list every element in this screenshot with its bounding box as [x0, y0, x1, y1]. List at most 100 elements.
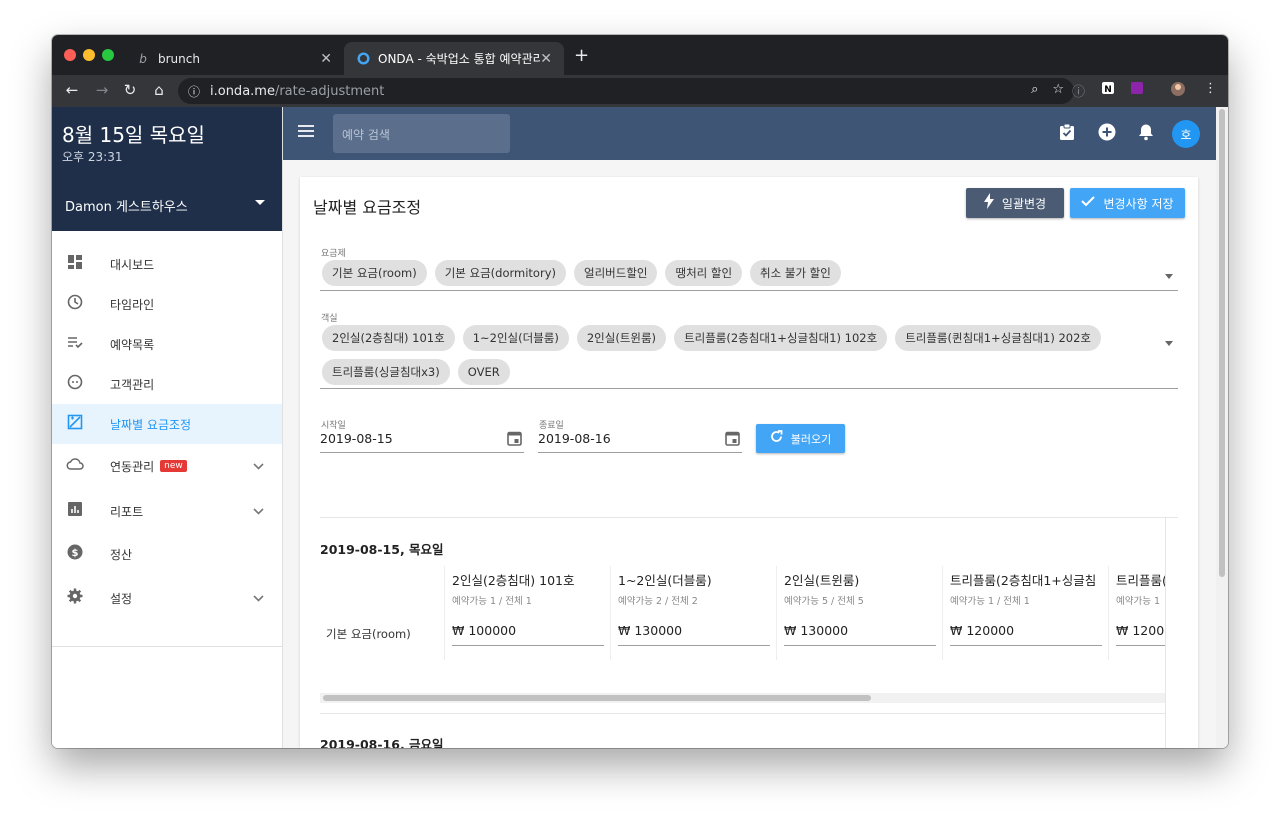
app-topbar: 예약 검색 호 — [283, 107, 1216, 160]
room-chip[interactable]: 1~2인실(더블룸) — [462, 325, 569, 351]
scrollbar-thumb[interactable] — [1219, 109, 1225, 577]
sidebar-item-timeline[interactable]: 타임라인 — [52, 284, 282, 324]
chevron-down-icon[interactable] — [253, 460, 264, 473]
start-date-underline — [320, 452, 524, 453]
price-input[interactable]: ₩ 12000 — [1116, 623, 1165, 638]
room-chip[interactable]: 트리플룸(퀸침대1+싱글침대1) 202호 — [895, 325, 1101, 351]
tab-title: ONDA - 숙박업소 통합 예약관리 — [378, 52, 541, 66]
rateplan-chip[interactable]: 얼리버드할인 — [574, 260, 658, 286]
zoom-window-button[interactable] — [102, 49, 114, 61]
availability-text: 예약가능 1 — [1116, 596, 1161, 607]
back-icon[interactable]: ← — [62, 81, 82, 99]
new-tab-icon[interactable]: + — [574, 45, 589, 66]
price-input[interactable]: ₩ 130000 — [784, 623, 848, 638]
horizontal-scrollbar[interactable] — [320, 693, 1165, 703]
zoom-search-icon[interactable]: ⌕ — [1031, 82, 1038, 97]
room-name: 트리플룸(2층침대1+싱글침 — [950, 573, 1097, 588]
tab-onda[interactable]: ONDA - 숙박업소 통합 예약관리 ✕ — [344, 42, 564, 75]
rateplan-label: 요금제 — [321, 249, 346, 259]
address-bar[interactable]: ⓘ i.onda.me/rate-adjustment ⌕ ☆ — [178, 78, 1074, 104]
sidebar-item-report[interactable]: 리포트 — [52, 491, 282, 531]
info-icon[interactable]: ⓘ — [188, 83, 204, 100]
url-text: i.onda.me/rate-adjustment — [210, 83, 385, 99]
home-icon[interactable]: ⌂ — [149, 81, 169, 99]
page-scrollbar[interactable] — [1216, 107, 1228, 748]
rateplan-row-label: 기본 요금(room) — [326, 627, 411, 641]
price-underline — [1116, 645, 1165, 646]
clipboard-check-icon[interactable] — [1059, 123, 1075, 145]
extension-info-icon[interactable]: ⓘ — [1072, 81, 1085, 100]
svg-text:$: $ — [72, 548, 79, 559]
sidebar-item-label: 연동관리 — [110, 459, 155, 474]
rp-extension-icon[interactable] — [1130, 81, 1144, 99]
hamburger-menu-icon[interactable] — [298, 122, 314, 143]
calendar-icon[interactable] — [725, 430, 740, 450]
star-icon[interactable]: ☆ — [1052, 82, 1064, 97]
add-circle-icon[interactable] — [1098, 123, 1116, 145]
app-area: 8월 15일 목요일 오후 23:31 Damon 게스트하우스 대시보드 타임… — [52, 107, 1216, 748]
minimize-window-button[interactable] — [83, 49, 95, 61]
page-title: 날짜별 요금조정 — [313, 198, 422, 217]
room-chip[interactable]: OVER — [457, 359, 510, 385]
sidebar-item-dashboard[interactable]: 대시보드 — [52, 244, 282, 284]
sidebar-header: 8월 15일 목요일 오후 23:31 Damon 게스트하우스 — [52, 107, 282, 231]
property-selector[interactable]: Damon 게스트하우스 — [65, 196, 188, 215]
room-chip[interactable]: 2인실(트윈룸) — [576, 325, 667, 351]
scrollbar-thumb[interactable] — [323, 695, 871, 701]
sidebar-item-integration[interactable]: 연동관리 new — [52, 446, 282, 486]
sidebar-item-rate-adjustment[interactable]: 날짜별 요금조정 — [52, 404, 282, 444]
rateplan-chip[interactable]: 취소 불가 할인 — [750, 260, 841, 286]
notion-icon[interactable]: N — [1101, 81, 1115, 99]
rateplan-chip[interactable]: 땡처리 할인 — [665, 260, 743, 286]
price-input[interactable]: ₩ 120000 — [950, 623, 1014, 638]
price-input[interactable]: ₩ 130000 — [618, 623, 682, 638]
sidebar-item-reservations[interactable]: 예약목록 — [52, 324, 282, 364]
clock-icon — [66, 294, 84, 314]
sidebar-item-settlement[interactable]: $ 정산 — [52, 534, 282, 574]
image-edit-icon — [66, 414, 84, 434]
price-input[interactable]: ₩ 100000 — [452, 623, 516, 638]
end-date-input[interactable]: 2019-08-16 — [538, 431, 611, 446]
close-icon[interactable]: ✕ — [540, 51, 552, 67]
chevron-down-icon[interactable] — [253, 592, 264, 605]
start-date-input[interactable]: 2019-08-15 — [320, 431, 393, 446]
sidebar-item-customers[interactable]: 고객관리 — [52, 364, 282, 404]
room-chip[interactable]: 트리플룸(2층침대1+싱글침대1) 102호 — [674, 325, 888, 351]
reservation-search-input[interactable]: 예약 검색 — [333, 114, 510, 153]
price-underline — [950, 645, 1102, 646]
availability-text: 예약가능 1 / 전체 1 — [452, 596, 532, 607]
room-rate-column: 트리플룸( 예약가능 1 ₩ 12000 — [1108, 566, 1165, 660]
close-window-button[interactable] — [64, 49, 76, 61]
price-underline — [618, 645, 770, 646]
room-chip[interactable]: 2인실(2층침대) 101호 — [322, 325, 455, 351]
room-name: 2인실(2층침대) 101호 — [452, 573, 575, 588]
sidebar-item-label: 예약목록 — [110, 337, 155, 352]
bulk-change-button[interactable]: 일괄변경 — [966, 188, 1064, 218]
forward-icon[interactable]: → — [92, 81, 112, 99]
room-dropdown-arrow-icon[interactable] — [1165, 341, 1173, 346]
profile-icon[interactable] — [1170, 81, 1186, 101]
room-name: 1~2인실(더블룸) — [618, 573, 712, 588]
rateplan-dropdown-arrow-icon[interactable] — [1165, 274, 1173, 279]
chevron-down-icon[interactable] — [253, 505, 264, 518]
bolt-icon — [983, 193, 994, 213]
rates-right-edge — [1165, 518, 1178, 748]
more-menu-icon[interactable]: ⋮ — [1204, 81, 1217, 96]
sidebar-item-settings[interactable]: 설정 — [52, 578, 282, 618]
rateplan-chip[interactable]: 기본 요금(room) — [322, 260, 427, 286]
sidebar-item-label: 설정 — [110, 591, 133, 606]
dropdown-arrow-icon[interactable] — [255, 200, 265, 205]
load-button[interactable]: 불러오기 — [756, 424, 845, 453]
sidebar-item-label: 고객관리 — [110, 377, 155, 392]
svg-text:N: N — [1104, 85, 1112, 95]
rateplan-chip[interactable]: 기본 요금(dormitory) — [434, 260, 566, 286]
bell-icon[interactable] — [1138, 123, 1154, 145]
rates-scroll-area: 2019-08-15, 목요일 기본 요금(room) 2인실(2층침대) 10… — [320, 518, 1165, 748]
avatar[interactable]: 호 — [1172, 120, 1200, 148]
reload-icon[interactable]: ↻ — [120, 81, 140, 99]
tab-brunch[interactable]: b brunch ✕ — [124, 42, 344, 75]
room-chip[interactable]: 트리플룸(싱글침대x3) — [322, 359, 450, 385]
save-changes-button[interactable]: 변경사항 저장 — [1070, 188, 1185, 218]
calendar-icon[interactable] — [507, 430, 522, 450]
close-icon[interactable]: ✕ — [320, 51, 332, 67]
